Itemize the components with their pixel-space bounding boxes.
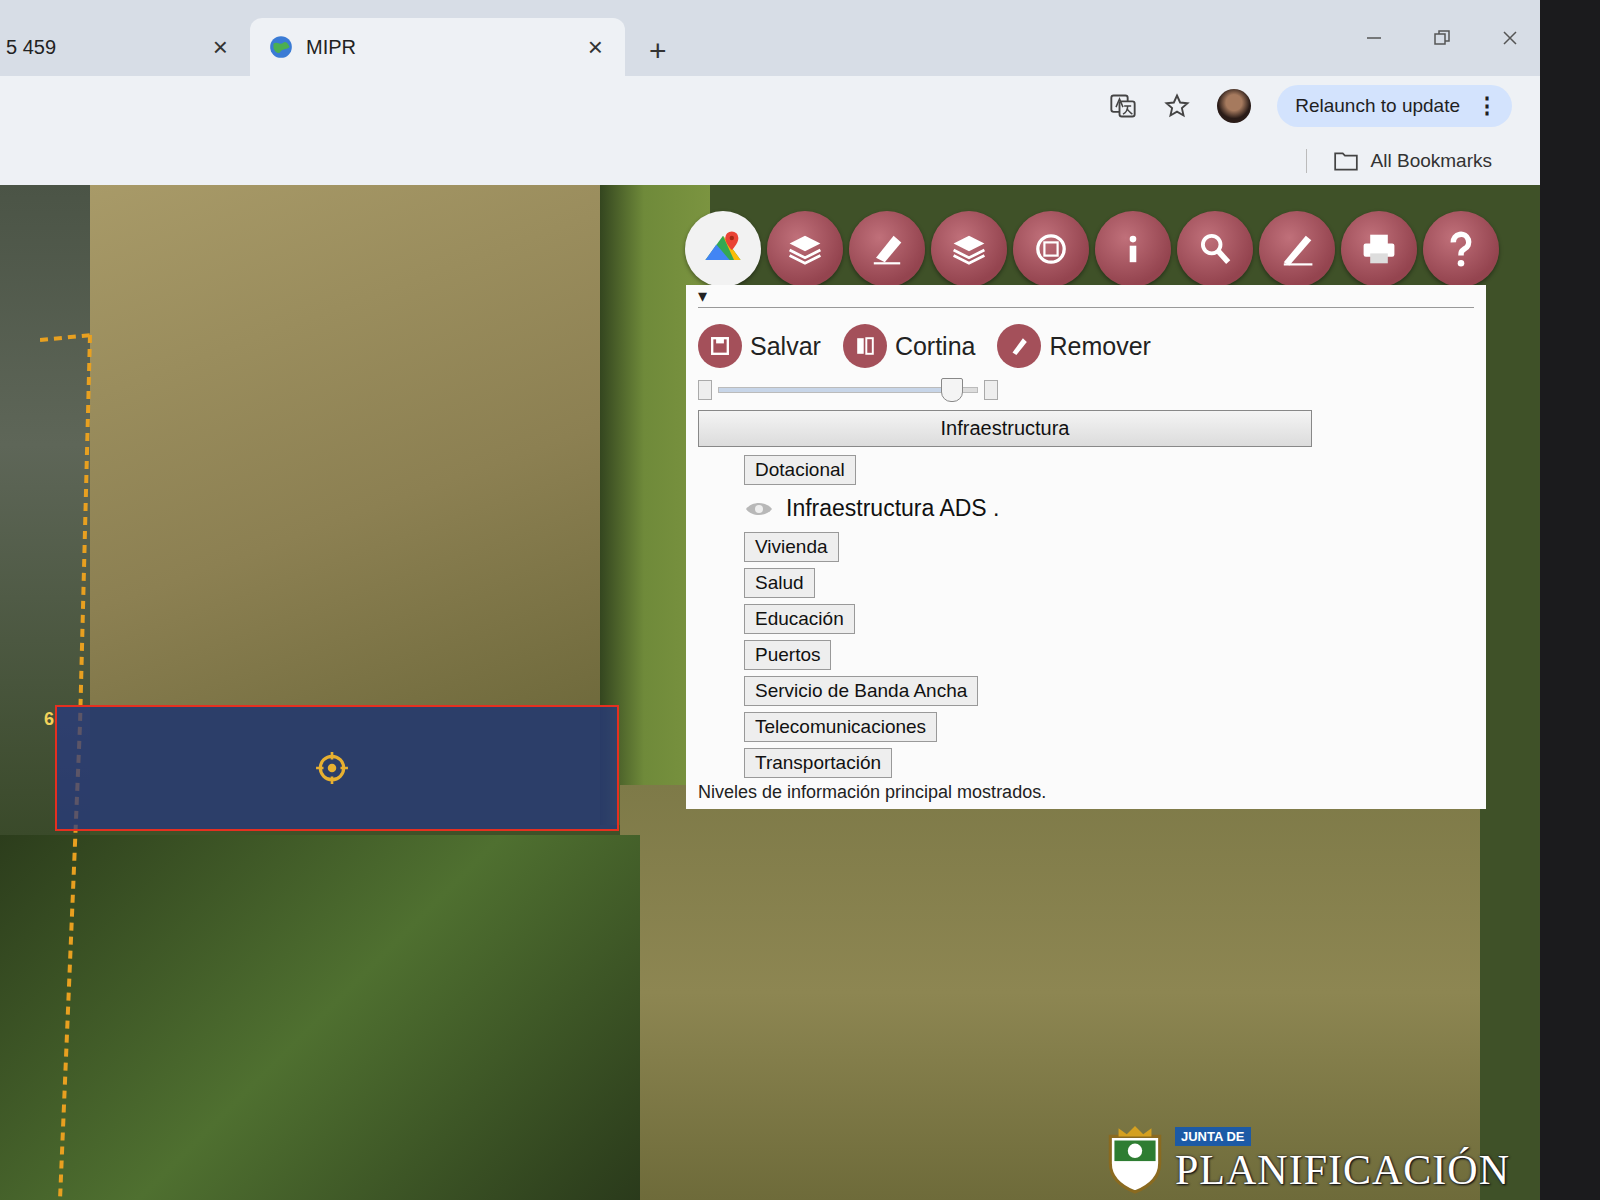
opacity-slider[interactable] — [698, 376, 998, 410]
browser-window: 5 459 × MIPR × + Relaunch to update ⋮ Al… — [0, 0, 1540, 1200]
layer-button[interactable]: Telecomunicaciones — [744, 712, 937, 742]
panel-header: ▾ — [698, 285, 1474, 308]
translate-icon[interactable] — [1109, 92, 1137, 120]
print-icon[interactable] — [1341, 211, 1417, 287]
eye-icon[interactable] — [744, 500, 774, 518]
map-view[interactable]: 6 ▾ Salvar Cortina Remover Infraestructu… — [0, 185, 1540, 1200]
layers-panel: ▾ Salvar Cortina Remover Infraestructura… — [686, 285, 1486, 809]
layer-group[interactable]: Infraestructura ADS . — [744, 491, 999, 526]
curtain-button[interactable]: Cortina — [843, 324, 976, 368]
menu-button[interactable]: ⋮ — [1476, 93, 1498, 119]
relaunch-label: Relaunch to update — [1295, 95, 1460, 117]
layers-icon[interactable] — [767, 211, 843, 287]
junta-planificacion-logo: JUNTA DE PLANIFICACIÓN — [1103, 1122, 1510, 1194]
browser-tab[interactable]: MIPR × — [250, 18, 625, 76]
base-layers-icon[interactable] — [931, 211, 1007, 287]
save-button[interactable]: Salvar — [698, 324, 821, 368]
close-icon[interactable] — [1500, 28, 1520, 48]
tab-close-button[interactable]: × — [588, 32, 603, 63]
browser-toolbar: Relaunch to update ⋮ — [0, 76, 1540, 136]
logo-top: JUNTA DE — [1175, 1127, 1251, 1146]
aerial-imagery — [620, 785, 1480, 1200]
search-icon[interactable] — [1177, 211, 1253, 287]
aerial-imagery — [0, 835, 640, 1200]
slider-track — [718, 387, 978, 393]
geocode-icon[interactable] — [1013, 211, 1089, 287]
all-bookmarks[interactable]: All Bookmarks — [1371, 150, 1492, 172]
tab-close-button[interactable]: × — [213, 32, 228, 63]
slider-right-icon[interactable] — [984, 380, 998, 400]
layer-group-header[interactable]: Infraestructura — [698, 410, 1312, 447]
relaunch-button[interactable]: Relaunch to update ⋮ — [1277, 85, 1512, 127]
aerial-imagery — [90, 185, 610, 705]
layer-button[interactable]: Educación — [744, 604, 855, 634]
minimize-icon[interactable] — [1364, 28, 1384, 48]
layer-button[interactable]: Salud — [744, 568, 815, 598]
layer-button[interactable]: Dotacional — [744, 455, 856, 485]
remove-button[interactable]: Remover — [997, 324, 1150, 368]
restore-icon[interactable] — [1432, 28, 1452, 48]
selected-parcel[interactable] — [55, 705, 619, 831]
action-label: Remover — [1049, 332, 1150, 361]
save-icon — [698, 324, 742, 368]
window-controls — [1364, 28, 1520, 48]
profile-avatar-icon[interactable] — [1217, 89, 1251, 123]
panel-actions: Salvar Cortina Remover — [698, 308, 1474, 376]
curtain-icon — [843, 324, 887, 368]
parcel-boundary-line — [40, 185, 100, 1200]
action-label: Salvar — [750, 332, 821, 361]
layer-button[interactable]: Puertos — [744, 640, 831, 670]
folder-icon — [1333, 150, 1359, 172]
browser-tab[interactable]: 5 459 × — [0, 18, 250, 76]
layer-list: Dotacional Infraestructura ADS . Vivienda… — [698, 447, 1474, 778]
layer-button[interactable]: Servicio de Banda Ancha — [744, 676, 978, 706]
panel-status: Niveles de información principal mostrad… — [698, 778, 1474, 803]
tab-label: 5 459 — [6, 36, 201, 59]
slider-fill — [719, 388, 951, 392]
parcel-label: 6 — [44, 709, 54, 730]
google-maps-icon[interactable] — [685, 211, 761, 287]
screen-photo: 5 459 × MIPR × + Relaunch to update ⋮ Al… — [0, 0, 1600, 1200]
draw-icon[interactable] — [1259, 211, 1335, 287]
help-icon[interactable] — [1423, 211, 1499, 287]
action-label: Cortina — [895, 332, 976, 361]
bookmarks-bar: All Bookmarks — [0, 136, 1540, 185]
info-icon[interactable] — [1095, 211, 1171, 287]
tab-label: MIPR — [306, 36, 576, 59]
layer-button[interactable]: Transportación — [744, 748, 892, 778]
slider-left-icon[interactable] — [698, 380, 712, 400]
logo-name: PLANIFICACIÓN — [1175, 1146, 1510, 1194]
tab-strip: 5 459 × MIPR × + — [0, 0, 1540, 76]
map-toolbar — [685, 211, 1499, 287]
monitor-bezel — [1540, 0, 1600, 1200]
new-tab-button[interactable]: + — [625, 34, 691, 76]
target-icon — [315, 751, 349, 785]
slider-thumb[interactable] — [941, 378, 963, 402]
globe-icon — [268, 34, 294, 60]
bookmark-star-icon[interactable] — [1163, 92, 1191, 120]
remove-icon — [997, 324, 1041, 368]
collapse-toggle[interactable]: ▾ — [698, 285, 707, 307]
layer-button[interactable]: Vivienda — [744, 532, 839, 562]
eraser-icon[interactable] — [849, 211, 925, 287]
crest-icon — [1103, 1122, 1167, 1194]
